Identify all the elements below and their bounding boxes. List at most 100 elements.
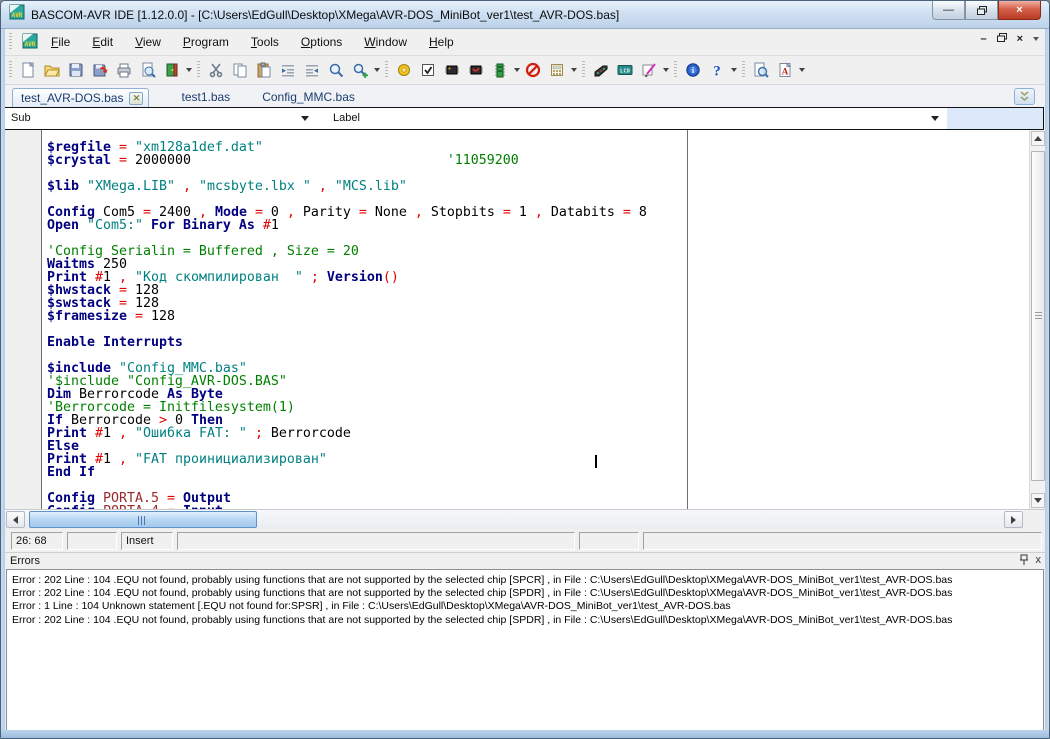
print-preview-button[interactable] bbox=[136, 59, 160, 82]
unindent-button[interactable] bbox=[300, 59, 324, 82]
error-row[interactable]: Error : 1 Line : 104 Unknown statement [… bbox=[12, 600, 1043, 613]
toolbar-grip[interactable] bbox=[197, 61, 200, 79]
pin-icon[interactable] bbox=[1019, 554, 1029, 566]
errors-panel-header[interactable]: Errors x bbox=[5, 552, 1045, 569]
indent-button[interactable] bbox=[276, 59, 300, 82]
info-button[interactable]: i bbox=[681, 59, 705, 82]
window-close-button[interactable]: × bbox=[998, 1, 1041, 20]
simulator-icon bbox=[492, 62, 508, 78]
save-button[interactable] bbox=[64, 59, 88, 82]
toolbar-options-caret[interactable] bbox=[1033, 37, 1039, 41]
scroll-left-button[interactable] bbox=[6, 511, 25, 528]
print-button[interactable] bbox=[112, 59, 136, 82]
toolbar-grip[interactable] bbox=[385, 61, 388, 79]
window-minimize-button[interactable]: — bbox=[932, 1, 965, 20]
menu-view[interactable]: View bbox=[128, 32, 168, 52]
tab-test_AVR-DOS.bas[interactable]: test_AVR-DOS.bas✕ bbox=[12, 88, 149, 107]
error-row[interactable]: Error : 202 Line : 104 .EQU not found, p… bbox=[12, 614, 1043, 627]
error-row[interactable]: Error : 202 Line : 104 .EQU not found, p… bbox=[12, 574, 1043, 587]
horizontal-scrollbar[interactable] bbox=[5, 509, 1045, 529]
find-next-button[interactable] bbox=[348, 59, 372, 82]
svg-text:LCD: LCD bbox=[620, 69, 631, 75]
dropdown-caret[interactable] bbox=[729, 59, 738, 82]
errors-list[interactable]: Error : 202 Line : 104 .EQU not found, p… bbox=[6, 569, 1044, 731]
error-row[interactable]: Error : 202 Line : 104 .EQU not found, p… bbox=[12, 587, 1043, 600]
find-icon bbox=[328, 62, 344, 78]
menu-options[interactable]: Options bbox=[294, 32, 349, 52]
tab-test1.bas[interactable]: test1.bas bbox=[181, 90, 230, 107]
tab-close-button[interactable]: ✕ bbox=[129, 92, 143, 105]
find-in-files-button[interactable] bbox=[749, 59, 773, 82]
horizontal-scroll-thumb[interactable] bbox=[29, 511, 257, 528]
find-in-files-icon bbox=[753, 62, 769, 78]
tab-list-button[interactable] bbox=[1014, 88, 1035, 105]
sub-label: Sub bbox=[11, 112, 31, 124]
toolbar-grip[interactable] bbox=[582, 61, 585, 79]
toolbar-grip[interactable] bbox=[742, 61, 745, 79]
dropdown-caret[interactable] bbox=[661, 59, 670, 82]
scroll-right-button[interactable] bbox=[1004, 511, 1023, 528]
menu-file[interactable]: File bbox=[44, 32, 77, 52]
child-close-button[interactable]: × bbox=[1017, 33, 1023, 45]
secondary-pane[interactable] bbox=[688, 130, 1029, 509]
menu-edit[interactable]: Edit bbox=[85, 32, 120, 52]
scroll-down-button[interactable] bbox=[1031, 493, 1045, 508]
mdi-child-icon: AVR bbox=[22, 33, 38, 52]
menu-help[interactable]: Help bbox=[422, 32, 461, 52]
compile-button[interactable] bbox=[392, 59, 416, 82]
syntax-check-button[interactable] bbox=[416, 59, 440, 82]
cut-button[interactable] bbox=[204, 59, 228, 82]
window-restore-button[interactable] bbox=[965, 1, 998, 20]
restore-icon bbox=[977, 6, 987, 15]
vertical-scrollbar[interactable] bbox=[1029, 130, 1045, 509]
scroll-up-button[interactable] bbox=[1031, 131, 1045, 146]
simulator-button[interactable] bbox=[488, 59, 512, 82]
lcd-display-button[interactable]: LCD bbox=[613, 59, 637, 82]
bascom-avr-ide-window: AVR BASCOM-AVR IDE [1.12.0.0] - [C:\User… bbox=[0, 0, 1050, 739]
open-file-button[interactable] bbox=[40, 59, 64, 82]
menu-window[interactable]: Window bbox=[357, 32, 414, 52]
calculator-button[interactable] bbox=[545, 59, 569, 82]
svg-text:AVR: AVR bbox=[25, 41, 36, 48]
indent-icon bbox=[280, 62, 296, 78]
dropdown-caret[interactable] bbox=[372, 59, 381, 82]
exit-button[interactable] bbox=[160, 59, 184, 82]
new-file-button[interactable] bbox=[16, 59, 40, 82]
tab-Config_MMC.bas[interactable]: Config_MMC.bas bbox=[262, 90, 355, 107]
menu-program[interactable]: Program bbox=[176, 32, 236, 52]
dropdown-caret[interactable] bbox=[512, 59, 521, 82]
graphics-editor-button[interactable] bbox=[637, 59, 661, 82]
programmer-button[interactable] bbox=[589, 59, 613, 82]
paste-button[interactable] bbox=[252, 59, 276, 82]
sub-combobox-arrow-icon[interactable] bbox=[301, 116, 309, 121]
program-chip-button[interactable] bbox=[440, 59, 464, 82]
menu-tools[interactable]: Tools bbox=[244, 32, 286, 52]
stop-button[interactable] bbox=[521, 59, 545, 82]
status-cursor-position: 26: 68 bbox=[11, 532, 63, 550]
vertical-scroll-thumb[interactable] bbox=[1031, 151, 1045, 481]
child-minimize-button[interactable]: – bbox=[980, 33, 986, 45]
status-insert-mode: Insert bbox=[121, 532, 173, 550]
scrollbar-corner bbox=[1023, 510, 1045, 529]
svg-text:AVR: AVR bbox=[12, 12, 23, 19]
titlebar[interactable]: AVR BASCOM-AVR IDE [1.12.0.0] - [C:\User… bbox=[1, 1, 1049, 29]
svg-text:A: A bbox=[782, 67, 789, 77]
label-combobox-arrow-icon[interactable] bbox=[931, 116, 939, 121]
find-button[interactable] bbox=[324, 59, 348, 82]
copy-button[interactable] bbox=[228, 59, 252, 82]
program-chip-manual-button[interactable] bbox=[464, 59, 488, 82]
errors-close-button[interactable]: x bbox=[1036, 554, 1042, 566]
code-line: Enable Interrupts bbox=[47, 336, 687, 349]
dropdown-caret[interactable] bbox=[569, 59, 578, 82]
dropdown-caret[interactable] bbox=[797, 59, 806, 82]
toolbar-grip[interactable] bbox=[674, 61, 677, 79]
pdf-report-button[interactable]: A bbox=[773, 59, 797, 82]
child-restore-button[interactable] bbox=[997, 33, 1007, 45]
dropdown-caret[interactable] bbox=[184, 59, 193, 82]
save-as-button[interactable] bbox=[88, 59, 112, 82]
menubar-grip[interactable] bbox=[9, 33, 12, 51]
toolbar-grip[interactable] bbox=[9, 61, 12, 79]
save-as-icon bbox=[92, 62, 108, 78]
code-pane[interactable]: $regfile = "xm128a1def.dat"$crystal = 20… bbox=[43, 130, 687, 509]
help-button[interactable]: ? bbox=[705, 59, 729, 82]
